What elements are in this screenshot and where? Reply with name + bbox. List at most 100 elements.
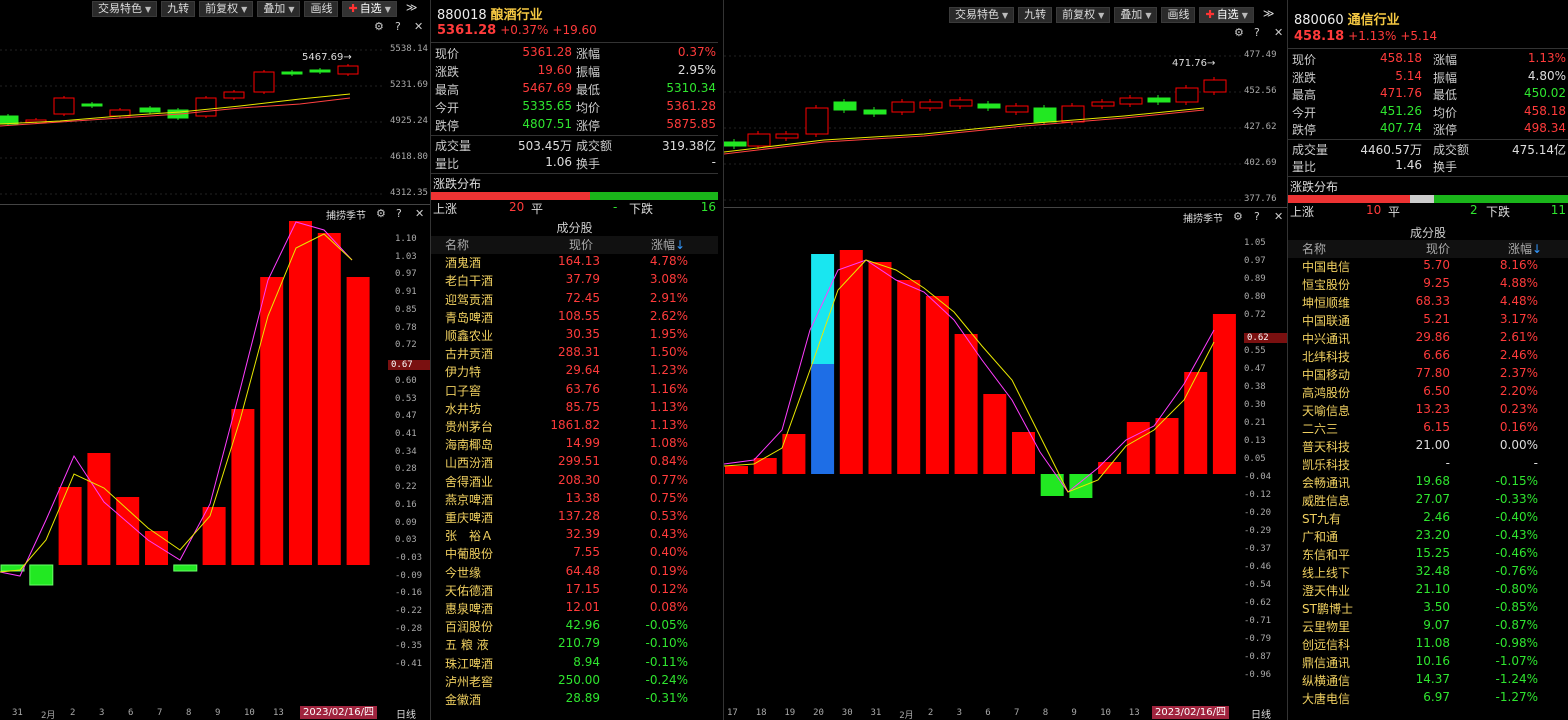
right-stat-row: 跌停 407.74 涨停 498.34 [1288, 121, 1568, 139]
settings-gear-icon[interactable]: ⚙ [376, 207, 386, 220]
right-cons-row[interactable]: 东信和平 15.25 -0.46% [1288, 546, 1568, 564]
right-cons-row[interactable]: 中兴通讯 29.86 2.61% [1288, 330, 1568, 348]
left-cons-row[interactable]: 中葡股份 7.55 0.40% [431, 545, 718, 563]
left-osc-tick: -0.35 [395, 641, 423, 652]
left-cons-row[interactable]: 山西汾酒 299.51 0.84% [431, 454, 718, 472]
left-cons-row[interactable]: 古井贡酒 288.31 1.50% [431, 345, 718, 363]
right-cons-row[interactable]: 威胜信息 27.07 -0.33% [1288, 492, 1568, 510]
prev-adjust-button[interactable]: 前复权 ▼ [199, 1, 254, 17]
stock-price: 2.46 [1423, 510, 1450, 524]
settings-gear-icon[interactable]: ⚙ [374, 20, 384, 33]
left-cons-row[interactable]: 海南椰岛 14.99 1.08% [431, 436, 718, 454]
right-cons-row[interactable]: 大唐电信 6.97 -1.27% [1288, 690, 1568, 708]
stock-pct: 0.40% [649, 545, 688, 560]
trade-feature-button[interactable]: 交易特色 ▼ [92, 1, 158, 17]
left-cons-row[interactable]: 水井坊 85.75 1.13% [431, 400, 718, 418]
right-cons-row[interactable]: 澄天伟业 21.10 -0.80% [1288, 582, 1568, 600]
left-cons-row[interactable]: 珠江啤酒 8.94 -0.11% [431, 655, 718, 673]
left-cons-row[interactable]: 顺鑫农业 30.35 1.95% [431, 327, 718, 345]
right-cons-row[interactable]: 广和通 23.20 -0.43% [1288, 528, 1568, 546]
left-period-daily[interactable]: 日线 [396, 706, 416, 720]
add-watchlist-button[interactable]: ✚ 自选 ▼ [1199, 7, 1254, 23]
right-cons-row[interactable]: 鼎信通讯 10.16 -1.07% [1288, 654, 1568, 672]
close-icon[interactable]: ✕ [414, 20, 423, 33]
left-cons-row[interactable]: 今世缘 64.48 0.19% [431, 564, 718, 582]
close-icon[interactable]: ✕ [1274, 210, 1283, 223]
close-icon[interactable]: ✕ [415, 207, 424, 220]
stock-name: 天佑德酒 [445, 583, 494, 598]
right-cons-row[interactable]: 凯乐科技 - - [1288, 456, 1568, 474]
left-cons-row[interactable]: 百润股份 42.96 -0.05% [431, 618, 718, 636]
right-osc-tick: -0.71 [1244, 616, 1272, 626]
right-cons-row[interactable]: 北纬科技 6.66 2.46% [1288, 348, 1568, 366]
right-cons-row[interactable]: 云里物里 9.07 -0.87% [1288, 618, 1568, 636]
draw-line-button[interactable]: 画线 [304, 1, 339, 17]
sort-desc-icon[interactable]: ↓ [675, 238, 685, 252]
right-cons-row[interactable]: 坤恒顺维 68.33 4.48% [1288, 294, 1568, 312]
close-icon[interactable]: ✕ [1274, 26, 1283, 39]
right-period-daily[interactable]: 日线 [1251, 706, 1271, 720]
add-watchlist-button[interactable]: ✚ 自选 ▼ [342, 1, 397, 17]
right-cons-row[interactable]: 二六三 6.15 0.16% [1288, 420, 1568, 438]
right-cons-row[interactable]: 中国联通 5.21 3.17% [1288, 312, 1568, 330]
nine-turn-button[interactable]: 九转 [161, 1, 196, 17]
left-cons-row[interactable]: 燕京啤酒 13.38 0.75% [431, 491, 718, 509]
overlay-button[interactable]: 叠加 ▼ [1114, 7, 1158, 23]
right-cons-row[interactable]: 创远信科 11.08 -0.98% [1288, 636, 1568, 654]
right-cons-row[interactable]: 高鸿股份 6.50 2.20% [1288, 384, 1568, 402]
help-icon[interactable]: ? [396, 207, 402, 220]
right-cons-row[interactable]: 普天科技 21.00 0.00% [1288, 438, 1568, 456]
right-date-tick: 3 [956, 708, 963, 718]
stock-name: 张 裕Ａ [445, 529, 494, 544]
left-cons-row[interactable]: 重庆啤酒 137.28 0.53% [431, 509, 718, 527]
left-osc-tick: 1.03 [395, 251, 417, 262]
left-cons-row[interactable]: 五 粮 液 210.79 -0.10% [431, 636, 718, 654]
left-cons-row[interactable]: 贵州茅台 1861.82 1.13% [431, 418, 718, 436]
trade-feature-button[interactable]: 交易特色 ▼ [949, 7, 1015, 23]
settings-gear-icon[interactable]: ⚙ [1234, 26, 1244, 39]
left-price-value: 5361.28 [437, 23, 497, 38]
right-cons-row[interactable]: 天喻信息 13.23 0.23% [1288, 402, 1568, 420]
candle [281, 71, 303, 75]
left-cons-row[interactable]: 张 裕Ａ 32.39 0.43% [431, 527, 718, 545]
settings-gear-icon[interactable]: ⚙ [1233, 210, 1243, 223]
nine-turn-button[interactable]: 九转 [1018, 7, 1053, 23]
prev-adjust-button[interactable]: 前复权 ▼ [1056, 7, 1111, 23]
expand-right-button[interactable]: ≫ [1258, 7, 1280, 23]
right-date-tick: 2月 [899, 711, 914, 720]
left-cons-row[interactable]: 泸州老窖 250.00 -0.24% [431, 673, 718, 691]
right-cons-row[interactable]: 纵横通信 14.37 -1.24% [1288, 672, 1568, 690]
right-cons-row[interactable]: ST鹏博士 3.50 -0.85% [1288, 600, 1568, 618]
right-cons-row[interactable]: 恒宝股份 9.25 4.88% [1288, 276, 1568, 294]
right-cons-row[interactable]: 中国移动 77.80 2.37% [1288, 366, 1568, 384]
right-cons-row[interactable]: 会畅通讯 19.68 -0.15% [1288, 474, 1568, 492]
expand-right-button[interactable]: ≫ [401, 1, 423, 17]
stock-name: 纵横通信 [1302, 674, 1351, 688]
left-cons-row[interactable]: 天佑德酒 17.15 0.12% [431, 582, 718, 600]
left-osc-tick: 1.10 [395, 234, 417, 244]
left-cons-row[interactable]: 惠泉啤酒 12.01 0.08% [431, 600, 718, 618]
left-cons-row[interactable]: 迎驾贡酒 72.45 2.91% [431, 291, 718, 309]
col-name: 名称 [1302, 242, 1327, 256]
sort-desc-icon[interactable]: ↓ [1532, 242, 1542, 256]
help-icon[interactable]: ? [395, 20, 401, 33]
right-cons-row[interactable]: ST九有 2.46 -0.40% [1288, 510, 1568, 528]
left-cons-row[interactable]: 青岛啤酒 108.55 2.62% [431, 309, 718, 327]
stat-value: 450.02 [1524, 86, 1566, 100]
left-cons-row[interactable]: 金徽酒 28.89 -0.31% [431, 691, 718, 709]
left-cons-row[interactable]: 舍得酒业 208.30 0.77% [431, 473, 718, 491]
candle [1119, 97, 1143, 105]
left-cons-row[interactable]: 酒鬼酒 164.13 4.78% [431, 254, 718, 272]
right-cons-row[interactable]: 线上线下 32.48 -0.76% [1288, 564, 1568, 582]
left-cons-row[interactable]: 老白干酒 37.79 3.08% [431, 272, 718, 290]
right-cons-row[interactable]: 中国电信 5.70 8.16% [1288, 258, 1568, 276]
osc-bar [231, 409, 255, 565]
stat-value: 5.14 [1395, 68, 1422, 83]
help-icon[interactable]: ? [1254, 26, 1260, 39]
left-cons-row[interactable]: 伊力特 29.64 1.23% [431, 363, 718, 381]
draw-line-button[interactable]: 画线 [1161, 7, 1196, 23]
overlay-button[interactable]: 叠加 ▼ [257, 1, 301, 17]
right-cons-title: 成分股 [1409, 226, 1446, 240]
left-cons-row[interactable]: 口子窖 63.76 1.16% [431, 382, 718, 400]
help-icon[interactable]: ? [1254, 210, 1260, 223]
